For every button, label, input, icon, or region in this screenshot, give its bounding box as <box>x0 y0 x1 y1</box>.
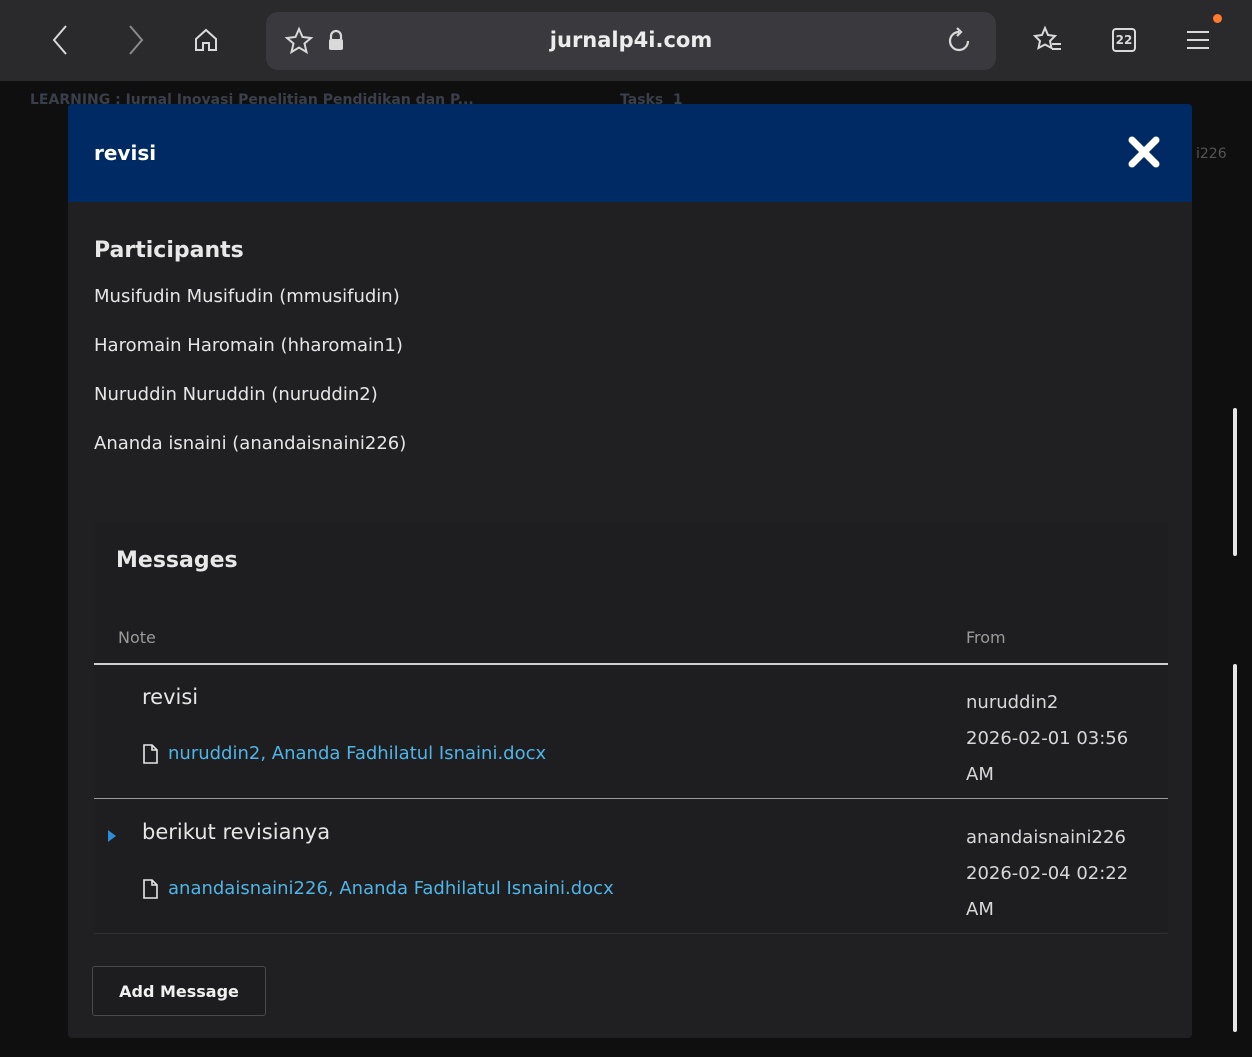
from-date: 2026-02-04 02:22 <box>966 863 1129 884</box>
page-scrollbar[interactable] <box>1233 408 1237 556</box>
file-link[interactable]: anandaisnaini226, Ananda Fadhilatul Isna… <box>168 878 614 899</box>
close-icon <box>1128 136 1160 168</box>
bookmarks-icon <box>1032 25 1061 50</box>
tabs-button[interactable]: 22 <box>1104 14 1144 66</box>
home-icon <box>195 28 217 51</box>
modal-header: revisi <box>68 104 1192 202</box>
forward-button[interactable] <box>116 14 156 66</box>
notification-dot <box>1213 14 1222 23</box>
back-icon <box>52 25 67 55</box>
message-from: nuruddin2 2026-02-01 03:56 AM <box>966 685 1128 793</box>
bookmarks-button[interactable] <box>1028 14 1068 66</box>
expand-toggle-icon[interactable] <box>108 830 116 842</box>
menu-icon <box>1187 31 1209 49</box>
url-bar[interactable]: jurnalp4i.com <box>266 12 996 70</box>
message-note: revisi <box>142 685 199 709</box>
message-row: berikut revisianya anandaisnaini226, Ana… <box>94 800 1168 934</box>
modal-title: revisi <box>94 141 157 165</box>
browser-toolbar: jurnalp4i.com 22 <box>0 0 1252 82</box>
file-link[interactable]: nuruddin2, Ananda Fadhilatul Isnaini.doc… <box>168 743 546 764</box>
reload-button[interactable] <box>944 26 974 56</box>
home-button[interactable] <box>186 14 226 66</box>
file-icon <box>142 878 158 899</box>
column-header-note: Note <box>118 628 156 647</box>
close-button[interactable] <box>1126 134 1162 170</box>
back-button[interactable] <box>40 14 80 66</box>
column-header-from: From <box>966 628 1006 647</box>
from-date: 2026-02-01 03:56 <box>966 728 1129 749</box>
page-scrollbar-lower[interactable] <box>1233 664 1237 1032</box>
from-user: nuruddin2 <box>966 692 1059 713</box>
message-note: berikut revisianya <box>142 820 331 844</box>
tabs-icon: 22 <box>1112 28 1136 52</box>
messages-heading: Messages <box>116 548 238 573</box>
messages-section: Messages Note From revisi nuruddin2, Ana… <box>94 522 1168 934</box>
url-text: jurnalp4i.com <box>549 28 713 52</box>
participant-item: Ananda isnaini (anandaisnaini226) <box>94 433 407 454</box>
participant-item: Nuruddin Nuruddin (nuruddin2) <box>94 384 378 405</box>
participants-heading: Participants <box>94 238 244 263</box>
file-attachment: anandaisnaini226, Ananda Fadhilatul Isna… <box>142 878 614 899</box>
file-icon <box>142 743 158 764</box>
participant-item: Haromain Haromain (hharomain1) <box>94 335 403 356</box>
participants-section: Participants Musifudin Musifudin (mmusif… <box>94 238 406 481</box>
reload-icon <box>948 27 970 52</box>
message-row: revisi nuruddin2, Ananda Fadhilatul Isna… <box>94 665 1168 799</box>
background-user: i226 <box>1196 146 1227 162</box>
discussion-modal: revisi Participants Musifudin Musifudin … <box>68 104 1192 1038</box>
from-user: anandaisnaini226 <box>966 827 1126 848</box>
add-message-button[interactable]: Add Message <box>92 966 266 1016</box>
menu-button[interactable] <box>1178 14 1218 66</box>
from-time-suffix: AM <box>966 764 994 785</box>
message-from: anandaisnaini226 2026-02-04 02:22 AM <box>966 820 1128 928</box>
from-time-suffix: AM <box>966 899 994 920</box>
file-attachment: nuruddin2, Ananda Fadhilatul Isnaini.doc… <box>142 743 546 764</box>
forward-icon <box>129 25 144 55</box>
participant-item: Musifudin Musifudin (mmusifudin) <box>94 286 400 307</box>
